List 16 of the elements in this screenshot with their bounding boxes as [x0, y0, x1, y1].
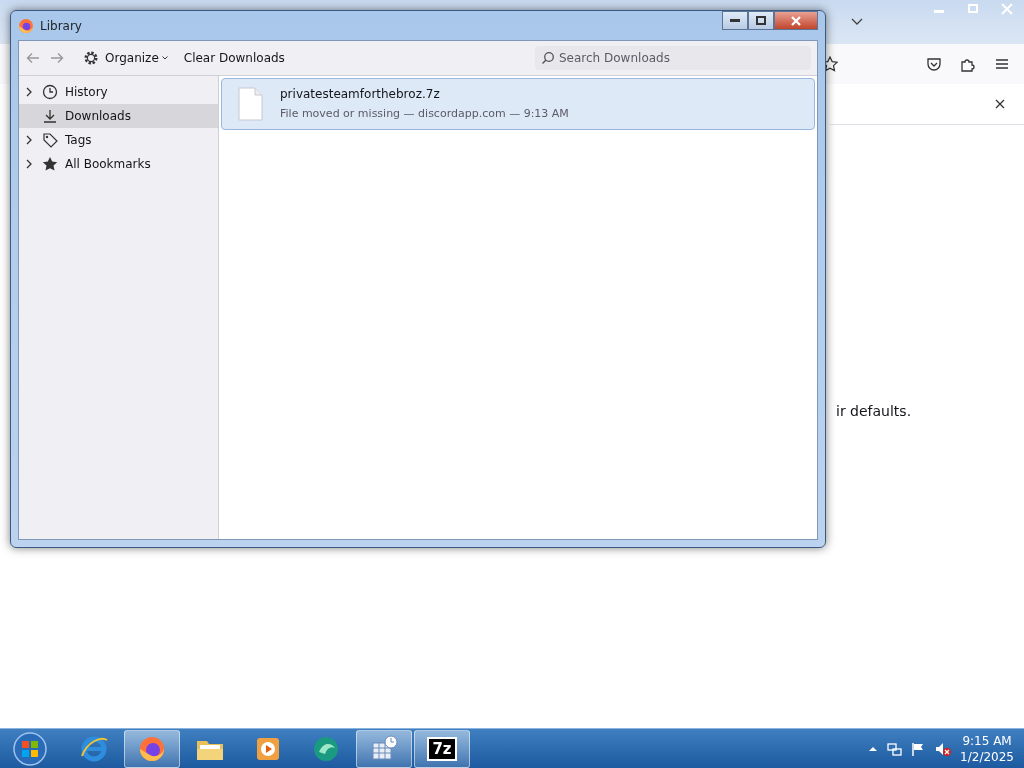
notice-text: ir defaults. [836, 402, 912, 421]
search-field[interactable]: Search Downloads [535, 46, 811, 70]
sidebar-item[interactable]: Downloads [19, 104, 218, 128]
file-name: privatesteamforthebroz.7z [280, 86, 441, 104]
organize-button[interactable]: Organize [79, 47, 172, 69]
window-title: Library [40, 17, 82, 35]
sevenzip-label: 7z [427, 736, 457, 761]
sidebar-item[interactable]: Tags [19, 128, 218, 152]
clock-date[interactable]: 1/2/2025 [960, 748, 1014, 765]
taskbar-button[interactable]: 7z [414, 729, 470, 768]
download-status: File moved or missing — discordapp.com — 9:13 AM [280, 106, 569, 123]
clear-downloads-button[interactable]: Clear Downloads [179, 47, 289, 69]
download-item[interactable]: privatesteamforthebroz.7z File moved or missing — discordapp.com — 9:13 AM [221, 78, 815, 130]
sidebar-item[interactable]: All Bookmarks [19, 152, 218, 176]
clock-time[interactable]: 9:15 AM [960, 732, 1014, 749]
sidebar-item[interactable]: History [19, 80, 218, 104]
